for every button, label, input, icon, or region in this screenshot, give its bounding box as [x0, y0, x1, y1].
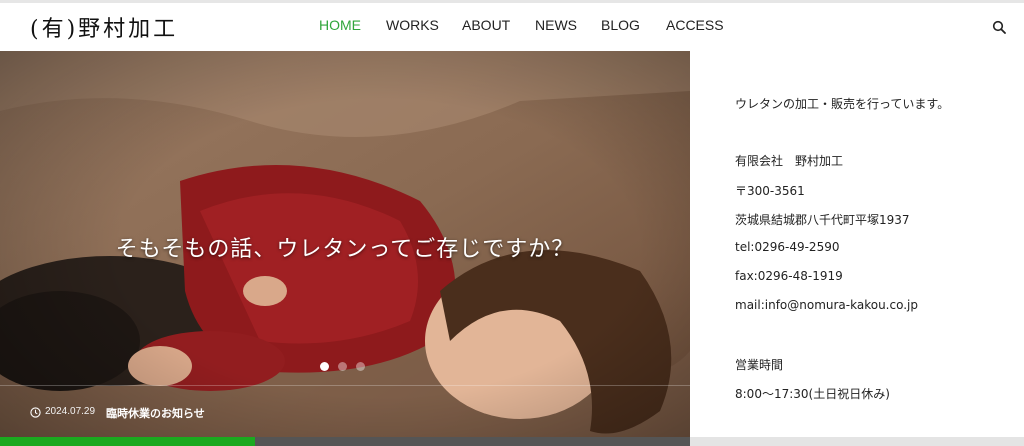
search-icon[interactable]: [992, 20, 1006, 34]
news-divider: [0, 385, 690, 386]
nav-news[interactable]: NEWS: [535, 17, 577, 33]
clock-icon: [30, 407, 41, 418]
slider-progress-bar: [0, 437, 690, 446]
news-title-link[interactable]: 臨時休業のお知らせ: [106, 405, 205, 421]
hero-caption: そもそもの話、ウレタンってご存じですか？: [115, 237, 575, 262]
news-date: 2024.07.29: [45, 406, 96, 417]
nav-works[interactable]: WORKS: [386, 17, 439, 33]
site-header: (有)野村加工 HOME WORKS ABOUT NEWS BLOG ACCES…: [0, 3, 1024, 51]
nav-blog[interactable]: BLOG: [601, 17, 640, 33]
email-address[interactable]: mail:info@nomura-kakou.co.jp: [735, 298, 918, 312]
nav-about[interactable]: ABOUT: [462, 17, 510, 33]
site-logo[interactable]: (有)野村加工: [30, 11, 178, 43]
postal-code: 〒300-3561: [735, 184, 805, 198]
fax-number: fax:0296-48-1919: [735, 269, 843, 283]
business-hours-label: 営業時間: [735, 358, 784, 372]
slider-progress-fill: [0, 437, 256, 446]
slider-dot-2[interactable]: [338, 362, 347, 371]
company-name: 有限会社 野村加工: [735, 154, 844, 168]
company-info-panel: ウレタンの加工・販売を行っています。 有限会社 野村加工 〒300-3561 茨…: [690, 51, 1024, 446]
slider-dot-1[interactable]: [320, 362, 329, 371]
sidebar-bottom-bar: [690, 437, 1024, 446]
nav-home[interactable]: HOME: [319, 17, 361, 33]
hero-slider[interactable]: そもそもの話、ウレタンってご存じですか？ 2024.07.29 臨時休業のお知ら…: [0, 51, 690, 446]
company-tagline: ウレタンの加工・販売を行っています。: [735, 97, 950, 111]
nav-access[interactable]: ACCESS: [666, 17, 724, 33]
company-address: 茨城県結城郡八千代町平塚1937: [735, 213, 910, 227]
business-hours: 8:00～17:30(土日祝日休み): [735, 387, 890, 401]
tel-number[interactable]: tel:0296-49-2590: [735, 240, 839, 254]
slider-dot-3[interactable]: [356, 362, 365, 371]
